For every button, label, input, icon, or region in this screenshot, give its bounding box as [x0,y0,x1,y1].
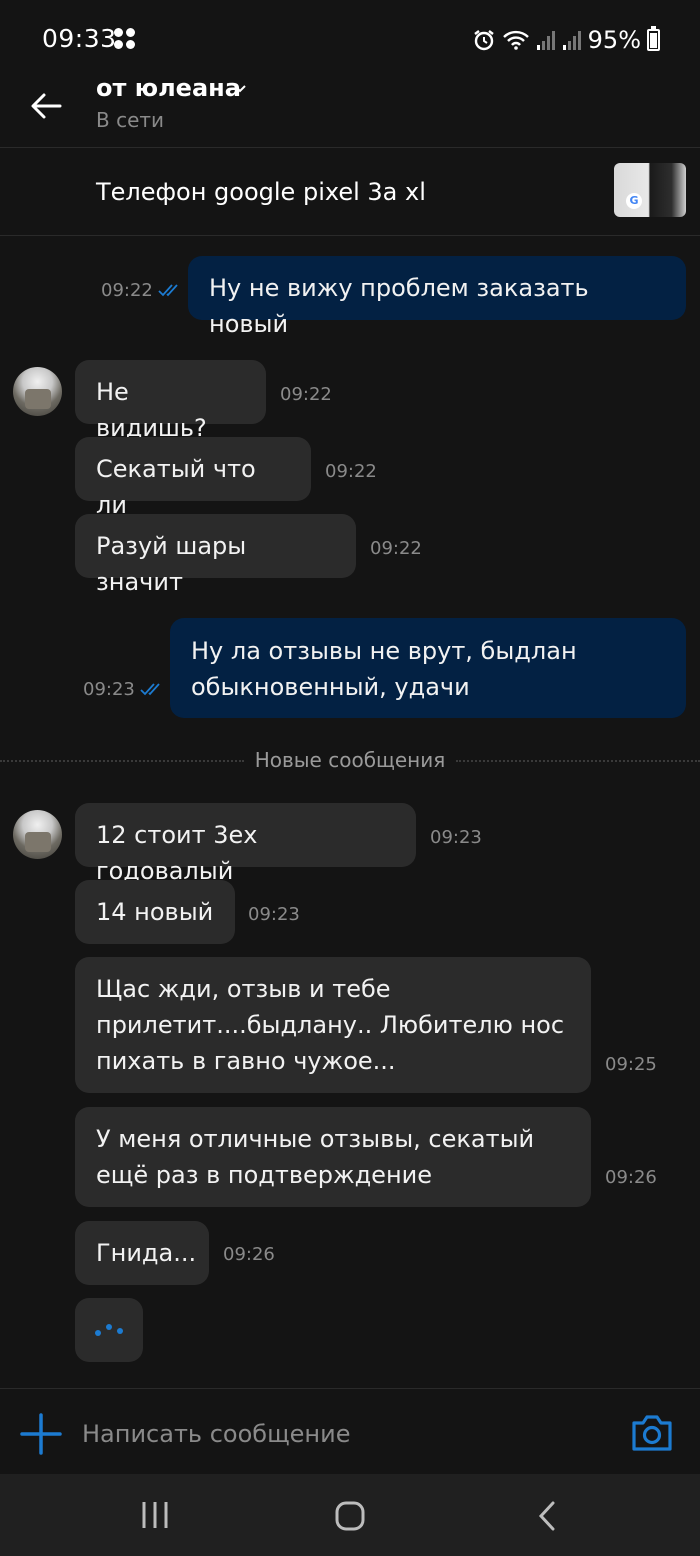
signal-icon [562,31,581,50]
google-logo-icon: G [626,193,642,209]
status-time: 09:33 [42,24,117,53]
notification-dots-icon [112,27,138,53]
status-bar: 09:33 95% [0,0,700,58]
typing-dot [106,1324,112,1330]
message-time: 09:23 [430,827,482,848]
message-time: 09:25 [605,1054,657,1075]
system-nav-bar [0,1474,700,1556]
typing-indicator [75,1298,143,1362]
back-icon[interactable] [536,1500,558,1532]
new-messages-divider: Новые сообщения [0,748,700,774]
incoming-message[interactable]: 12 стоит 3ех годовалый [75,803,416,885]
message-time: 09:23 [83,679,135,700]
message-time: 09:23 [248,904,300,925]
typing-dot [95,1330,101,1336]
plus-icon[interactable] [20,1413,62,1455]
read-checks-icon [158,284,178,297]
incoming-message[interactable]: Не видишь? [75,360,266,442]
incoming-message[interactable]: Разуй шары значит [75,514,356,596]
message-text: Щас жди, отзыв и тебе прилетит....быдлан… [96,975,565,1075]
message-input[interactable] [82,1415,602,1453]
incoming-message[interactable]: У меня отличные отзывы, секатый ещё раз … [75,1107,591,1207]
incoming-message[interactable]: 14 новый [75,880,235,944]
incoming-message[interactable]: Секатый что ли [75,437,311,519]
message-time: 09:22 [325,461,377,482]
recent-apps-icon[interactable] [140,1500,170,1530]
typing-dot [117,1328,123,1334]
message-text: Ну ла отзывы не врут, быдлан обыкновенны… [191,637,577,701]
message-text: Разуй шары значит [96,532,247,596]
message-text: Ну не вижу проблем заказать новый [209,274,589,338]
message-time: 09:22 [101,280,153,301]
listing-title[interactable]: Телефон google pixel 3a xl [96,178,426,206]
message-time: 09:22 [280,384,332,405]
chevron-down-icon[interactable] [232,81,248,97]
avatar[interactable] [13,367,62,416]
incoming-message[interactable]: Гнида... [75,1221,209,1285]
message-text: Гнида... [96,1239,197,1267]
message-text: У меня отличные отзывы, секатый ещё раз … [96,1125,535,1189]
home-icon[interactable] [334,1500,366,1532]
message-text: 12 стоит 3ех годовалый [96,821,258,885]
wifi-icon [502,30,529,50]
message-text: 14 новый [96,898,214,926]
chat-header: от юлеана В сети [0,58,700,148]
contact-name[interactable]: от юлеана [96,74,241,102]
online-status: В сети [96,108,165,132]
listing-thumbnail[interactable]: G [614,163,686,217]
camera-icon[interactable] [630,1413,674,1453]
incoming-message[interactable]: Щас жди, отзыв и тебе прилетит....быдлан… [75,957,591,1093]
message-text: Секатый что ли [96,455,256,519]
message-time: 09:22 [370,538,422,559]
alarm-icon [473,30,494,51]
back-arrow-icon[interactable] [26,86,66,126]
status-icons: 95% [472,26,660,54]
signal-icon [536,31,555,50]
message-time: 09:26 [223,1244,275,1265]
avatar[interactable] [13,810,62,859]
listing-bar[interactable]: Телефон google pixel 3a xl G [0,148,700,236]
battery-icon [647,26,660,51]
divider-line [456,760,700,762]
battery-percent: 95% [587,26,641,54]
message-time: 09:26 [605,1167,657,1188]
outgoing-message[interactable]: Ну не вижу проблем заказать новый [188,256,686,338]
read-checks-icon [140,683,160,696]
message-text: Не видишь? [96,378,207,442]
message-composer [0,1388,700,1474]
outgoing-message[interactable]: Ну ла отзывы не врут, быдлан обыкновенны… [170,618,686,718]
